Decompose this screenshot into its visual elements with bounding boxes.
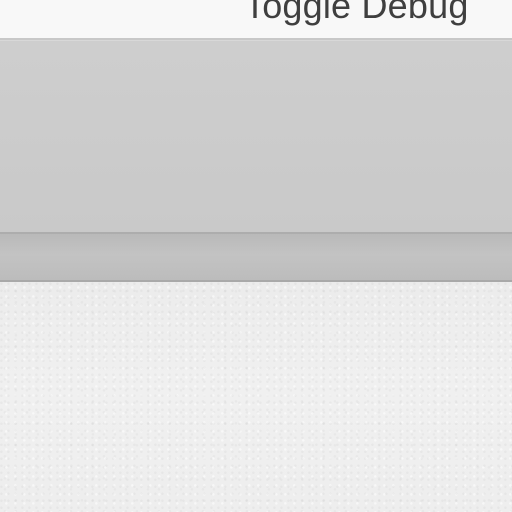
- screen: Toggle Debug: [0, 0, 512, 512]
- textured-background: [0, 282, 512, 512]
- gray-strip: [0, 232, 512, 282]
- toggle-debug-button[interactable]: Toggle Debug: [244, 0, 469, 26]
- top-toolbar: Toggle Debug: [0, 0, 512, 40]
- gray-panel: [0, 40, 512, 232]
